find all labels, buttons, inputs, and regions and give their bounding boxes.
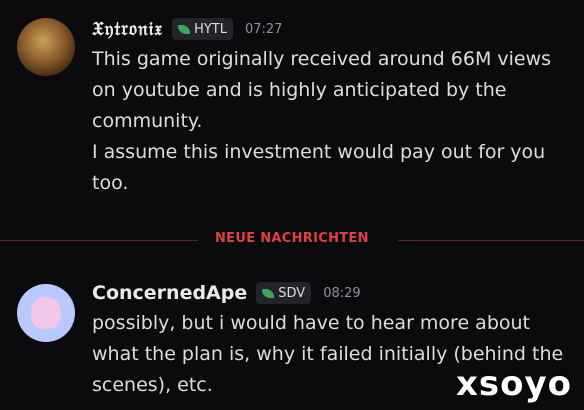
message-text: This game originally received around 66M… bbox=[92, 44, 576, 199]
message-line: I assume this investment would pay out f… bbox=[92, 141, 546, 194]
divider-line-right bbox=[398, 240, 584, 241]
message-line: This game originally received around 66M… bbox=[92, 48, 552, 132]
timestamp: 08:29 bbox=[323, 285, 361, 301]
watermark: xsoyo bbox=[455, 364, 572, 404]
leaf-icon bbox=[178, 24, 191, 34]
new-messages-divider: NEUE NACHRICHTEN bbox=[0, 230, 584, 250]
message-header: ConcernedApe SDV 08:29 bbox=[92, 278, 576, 308]
server-tag[interactable]: SDV bbox=[256, 282, 312, 304]
server-tag-label: SDV bbox=[278, 285, 306, 301]
user-avatar[interactable] bbox=[17, 18, 75, 76]
divider-line-left bbox=[0, 240, 198, 241]
server-tag-label: HYTL bbox=[194, 21, 227, 37]
server-tag[interactable]: HYTL bbox=[172, 18, 233, 40]
leaf-icon bbox=[262, 288, 275, 298]
message-content: 𝔛𝔶𝔱𝔯𝔬𝔫𝔦𝔵 HYTL 07:27 This game originally… bbox=[92, 14, 576, 199]
timestamp: 07:27 bbox=[244, 21, 283, 37]
username[interactable]: 𝔛𝔶𝔱𝔯𝔬𝔫𝔦𝔵 bbox=[92, 18, 163, 40]
username[interactable]: ConcernedApe bbox=[92, 282, 247, 304]
user-avatar[interactable] bbox=[17, 284, 75, 342]
divider-label: NEUE NACHRICHTEN bbox=[215, 231, 369, 246]
message-header: 𝔛𝔶𝔱𝔯𝔬𝔫𝔦𝔵 HYTL 07:27 bbox=[92, 14, 576, 44]
